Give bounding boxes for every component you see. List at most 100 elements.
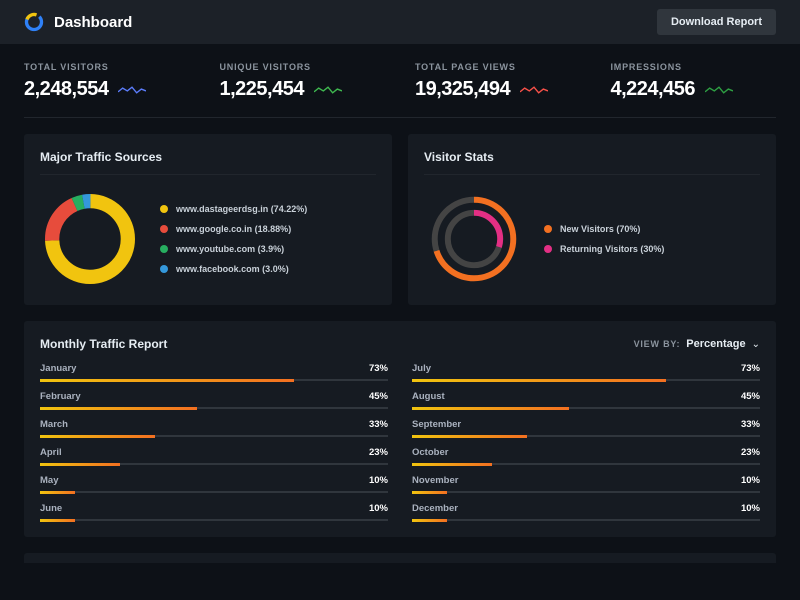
- month-row: December 10%: [412, 503, 760, 521]
- traffic-sources-card: Major Traffic Sources www.dastageerdsg.i…: [24, 134, 392, 305]
- kpi-1: UNIQUE VISITORS 1,225,454: [220, 62, 386, 101]
- bar-track: [412, 491, 760, 493]
- monthly-traffic-card: Monthly Traffic Report VIEW BY: Percenta…: [24, 321, 776, 537]
- header: Dashboard Download Report: [0, 0, 800, 44]
- visitor-chart-body: New Visitors (70%) Returning Visitors (30…: [424, 189, 760, 289]
- bar-fill: [40, 435, 155, 438]
- bar-track: [40, 491, 388, 493]
- bar-fill: [412, 435, 527, 438]
- traffic-chart-body: www.dastageerdsg.in (74.22%)www.google.c…: [40, 189, 376, 289]
- month-percent: 73%: [741, 363, 760, 374]
- month-name: December: [412, 503, 458, 514]
- legend-label: www.facebook.com (3.0%): [176, 264, 289, 274]
- traffic-donut-chart: [40, 189, 140, 289]
- sparkline-icon: [705, 84, 733, 96]
- legend-label: New Visitors (70%): [560, 224, 640, 234]
- bar-fill: [40, 519, 75, 522]
- legend-dot-icon: [544, 225, 552, 233]
- bar-track: [40, 463, 388, 465]
- month-row: November 10%: [412, 475, 760, 493]
- legend-item: Returning Visitors (30%): [544, 244, 664, 254]
- legend-item: www.facebook.com (3.0%): [160, 264, 307, 274]
- bar-fill: [412, 379, 666, 382]
- view-by-label: VIEW BY:: [634, 339, 681, 349]
- bar-fill: [40, 463, 120, 466]
- kpi-label: UNIQUE VISITORS: [220, 62, 386, 72]
- month-row: July 73%: [412, 363, 760, 381]
- kpi-value: 2,248,554: [24, 78, 108, 101]
- legend-dot-icon: [544, 245, 552, 253]
- visitor-donut-chart: [424, 189, 524, 289]
- month-row: June 10%: [40, 503, 388, 521]
- visitor-stats-card: Visitor Stats New Visitors (70%) Returnin…: [408, 134, 776, 305]
- kpi-value: 4,224,456: [611, 78, 695, 101]
- kpi-value: 19,325,494: [415, 78, 510, 101]
- legend-item: New Visitors (70%): [544, 224, 664, 234]
- sparkline-icon: [118, 84, 146, 96]
- download-report-button[interactable]: Download Report: [657, 9, 776, 35]
- months-col-right: July 73% August 45% September 33% Octobe…: [412, 363, 760, 521]
- cards-row: Major Traffic Sources www.dastageerdsg.i…: [24, 134, 776, 305]
- month-row: April 23%: [40, 447, 388, 465]
- month-name: November: [412, 475, 458, 486]
- kpi-value: 1,225,454: [220, 78, 304, 101]
- bar-fill: [412, 519, 447, 522]
- month-percent: 45%: [369, 391, 388, 402]
- month-row: August 45%: [412, 391, 760, 409]
- month-percent: 10%: [369, 503, 388, 514]
- legend-dot-icon: [160, 205, 168, 213]
- months-grid: January 73% February 45% March 33% April: [40, 363, 760, 521]
- months-col-left: January 73% February 45% March 33% April: [40, 363, 388, 521]
- bar-track: [412, 519, 760, 521]
- month-percent: 23%: [741, 447, 760, 458]
- legend-label: www.youtube.com (3.9%): [176, 244, 284, 254]
- bar-track: [40, 379, 388, 381]
- month-row: October 23%: [412, 447, 760, 465]
- legend-label: Returning Visitors (30%): [560, 244, 664, 254]
- bar-track: [40, 435, 388, 437]
- kpi-label: TOTAL VISITORS: [24, 62, 190, 72]
- month-name: May: [40, 475, 58, 486]
- bar-track: [40, 407, 388, 409]
- bar-fill: [40, 491, 75, 494]
- month-name: September: [412, 419, 461, 430]
- divider: [40, 174, 376, 175]
- divider: [424, 174, 760, 175]
- month-row: March 33%: [40, 419, 388, 437]
- bar-track: [412, 435, 760, 437]
- bar-track: [412, 407, 760, 409]
- card-title: Visitor Stats: [424, 150, 760, 164]
- month-row: May 10%: [40, 475, 388, 493]
- month-percent: 45%: [741, 391, 760, 402]
- month-row: September 33%: [412, 419, 760, 437]
- sparkline-icon: [520, 84, 548, 96]
- month-name: March: [40, 419, 68, 430]
- kpi-0: TOTAL VISITORS 2,248,554: [24, 62, 190, 101]
- logo-icon: [24, 12, 44, 32]
- sparkline-icon: [314, 84, 342, 96]
- bar-fill: [412, 463, 492, 466]
- chevron-down-icon: ⌄: [752, 339, 760, 350]
- view-by-value: Percentage: [686, 338, 745, 350]
- month-row: January 73%: [40, 363, 388, 381]
- monthly-header: Monthly Traffic Report VIEW BY: Percenta…: [40, 337, 760, 351]
- card-title: Major Traffic Sources: [40, 150, 376, 164]
- bar-fill: [40, 407, 197, 410]
- bar-track: [412, 379, 760, 381]
- legend-label: www.dastageerdsg.in (74.22%): [176, 204, 307, 214]
- kpi-label: IMPRESSIONS: [611, 62, 777, 72]
- month-percent: 73%: [369, 363, 388, 374]
- content: TOTAL VISITORS 2,248,554 UNIQUE VISITORS…: [0, 44, 800, 581]
- bar-track: [412, 463, 760, 465]
- page-title: Dashboard: [54, 14, 132, 31]
- month-name: October: [412, 447, 448, 458]
- kpi-label: TOTAL PAGE VIEWS: [415, 62, 581, 72]
- month-percent: 10%: [369, 475, 388, 486]
- traffic-legend: www.dastageerdsg.in (74.22%)www.google.c…: [160, 204, 307, 274]
- kpi-3: IMPRESSIONS 4,224,456: [611, 62, 777, 101]
- month-percent: 10%: [741, 475, 760, 486]
- view-by-selector[interactable]: VIEW BY: Percentage ⌄: [634, 338, 760, 350]
- month-percent: 33%: [369, 419, 388, 430]
- legend-dot-icon: [160, 265, 168, 273]
- bar-fill: [412, 491, 447, 494]
